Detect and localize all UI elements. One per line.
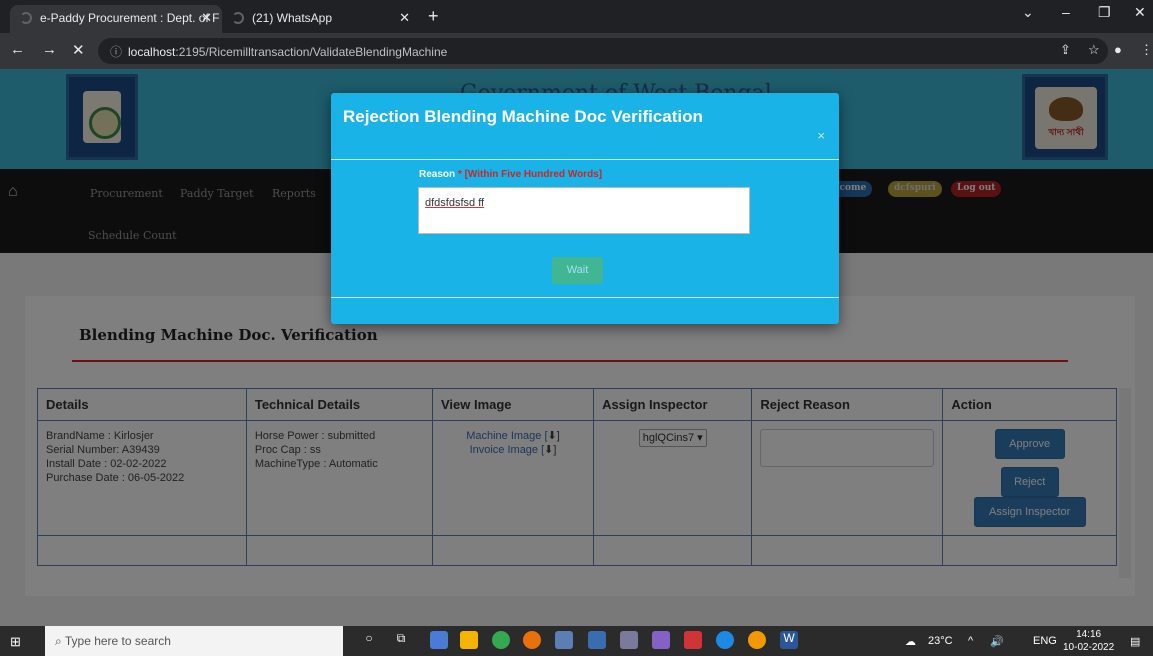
address-bar: ← → ✕ ⓘ localhost:2195/Ricemilltransactio… — [0, 33, 1153, 69]
app-icon[interactable] — [430, 631, 448, 649]
menu-icon[interactable]: ⋮ — [1140, 42, 1153, 58]
app-icon[interactable] — [555, 631, 573, 649]
tab-close-icon[interactable]: ✕ — [399, 10, 410, 26]
app-icon[interactable] — [620, 631, 638, 649]
maximize-icon[interactable]: ❐ — [1098, 4, 1111, 21]
browser-tab-bar: e-Paddy Procurement : Dept. of F ✕ (21) … — [0, 0, 1153, 33]
forward-icon[interactable]: → — [42, 41, 57, 58]
chrome-icon[interactable] — [492, 631, 510, 649]
app-icon[interactable] — [588, 631, 606, 649]
modal-title: Rejection Blending Machine Doc Verificat… — [343, 107, 703, 126]
rejection-modal: Rejection Blending Machine Doc Verificat… — [331, 93, 839, 324]
task-view-icon[interactable]: ⧉ — [392, 631, 410, 649]
word-icon[interactable]: W — [780, 631, 798, 649]
bookmark-star-icon[interactable]: ☆ — [1088, 42, 1100, 58]
tab-title: (21) WhatsApp — [252, 11, 333, 25]
reason-label: Reason * [Within Five Hundred Words] — [419, 169, 603, 180]
share-icon[interactable]: ⇪ — [1060, 42, 1071, 58]
profile-icon[interactable]: ● — [1114, 42, 1122, 57]
tab-epaddy[interactable]: e-Paddy Procurement : Dept. of F ✕ — [10, 5, 222, 33]
minimize-icon[interactable]: – — [1062, 4, 1070, 20]
tab-search-icon[interactable]: ⌄ — [1022, 4, 1034, 21]
clock[interactable]: 14:16 10-02-2022 — [1063, 628, 1114, 654]
temperature[interactable]: 23°C — [928, 635, 953, 647]
modal-header-divider — [331, 159, 839, 160]
url-input[interactable]: ⓘ localhost:2195/Ricemilltransaction/Vali… — [98, 38, 1108, 64]
cortana-icon[interactable]: ○ — [360, 631, 378, 649]
tab-close-icon[interactable]: ✕ — [201, 10, 212, 26]
reason-textarea[interactable]: dfdsfdsfsd ff — [418, 187, 750, 234]
back-icon[interactable]: ← — [10, 41, 25, 58]
tab-whatsapp[interactable]: (21) WhatsApp ✕ — [222, 5, 420, 33]
site-info-icon[interactable]: ⓘ — [110, 45, 122, 59]
app-icon[interactable] — [684, 631, 702, 649]
windows-start-icon[interactable]: ⊞ — [10, 634, 21, 650]
windows-taskbar: ⊞ ⌕ Type here to search ○ ⧉ W ☁ 23°C ^ 🔊… — [0, 626, 1153, 656]
modal-footer-divider — [331, 297, 839, 298]
new-tab-button[interactable]: + — [428, 6, 439, 27]
chrome-icon[interactable] — [748, 631, 766, 649]
visual-studio-icon[interactable] — [652, 631, 670, 649]
url-path: :2195/Ricemilltransaction/ValidateBlendi… — [175, 45, 448, 59]
window-close-icon[interactable]: ✕ — [1134, 4, 1146, 21]
firefox-icon[interactable] — [523, 631, 541, 649]
url-host: localhost — [128, 45, 176, 59]
tray-chevron-icon[interactable]: ^ — [968, 635, 973, 647]
loading-icon — [232, 12, 244, 24]
app-icon[interactable] — [716, 631, 734, 649]
notification-icon[interactable]: ▤ — [1130, 635, 1140, 648]
loading-icon — [20, 12, 32, 24]
taskbar-search-input[interactable]: ⌕ Type here to search — [45, 626, 343, 656]
search-icon: ⌕ — [55, 634, 62, 648]
weather-icon[interactable]: ☁ — [905, 635, 916, 648]
wait-button[interactable]: Wait — [552, 257, 603, 284]
file-explorer-icon[interactable] — [460, 631, 478, 649]
language-indicator[interactable]: ENG — [1033, 635, 1057, 647]
volume-icon[interactable]: 🔊 — [990, 635, 1004, 648]
tab-title: e-Paddy Procurement : Dept. of F — [40, 11, 220, 25]
stop-icon[interactable]: ✕ — [72, 41, 85, 59]
close-icon[interactable]: × — [817, 128, 825, 143]
